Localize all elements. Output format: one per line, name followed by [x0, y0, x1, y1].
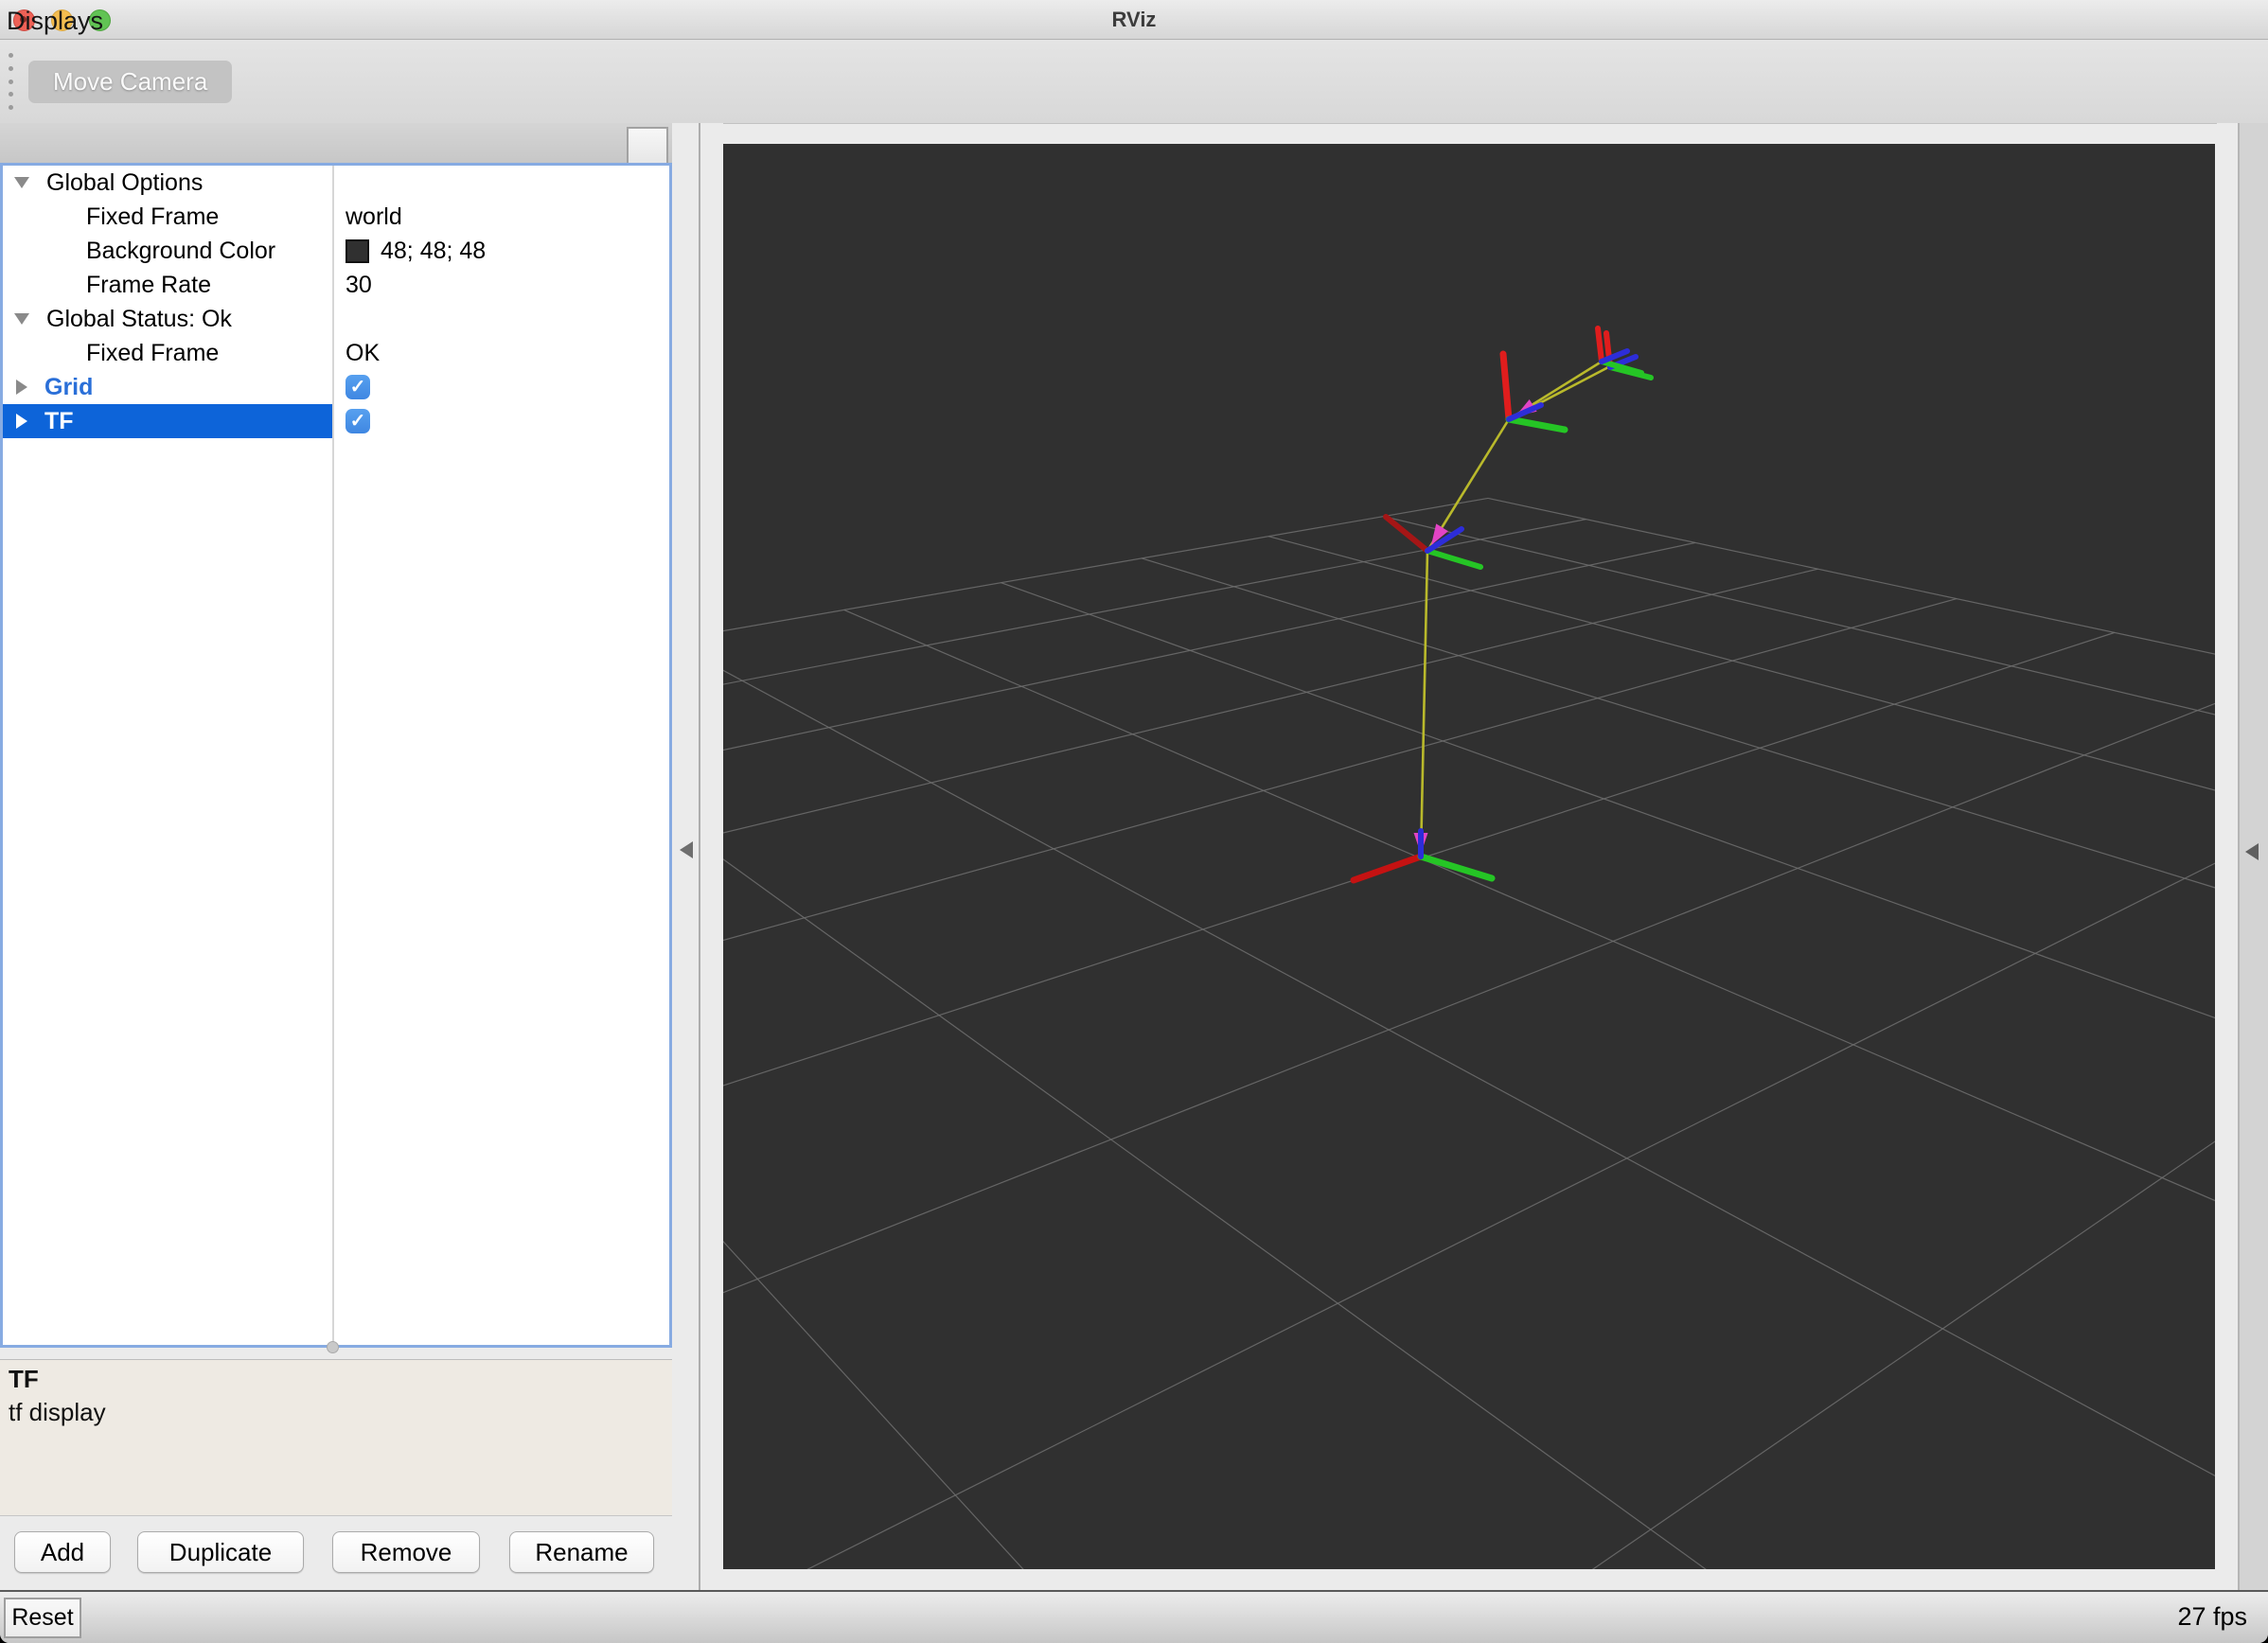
row-label: Global Options	[46, 168, 204, 196]
expand-triangle-icon[interactable]	[16, 380, 27, 395]
displays-tree[interactable]: Global Options Fixed Frame world Backgro…	[0, 163, 672, 1348]
tree-row-background-color: Background Color 48; 48; 48	[3, 234, 669, 268]
tree-row-grid: Grid ✓	[3, 370, 669, 404]
row-label: Frame Rate	[86, 271, 211, 298]
tree-row-status-fixed-frame: Fixed Frame OK	[3, 336, 669, 370]
collapse-triangle-icon[interactable]	[14, 177, 29, 188]
window-title: RViz	[1111, 8, 1157, 31]
row-global-status-name[interactable]: Global Status: Ok	[3, 302, 332, 336]
panel-splitter-handle[interactable]	[327, 1341, 339, 1353]
reset-button[interactable]: Reset	[4, 1598, 81, 1638]
row-global-options-name[interactable]: Global Options	[3, 166, 332, 200]
status-value: OK	[332, 336, 380, 370]
value-text: 48; 48; 48	[381, 237, 487, 264]
toolbar-drag-handle-icon[interactable]	[9, 53, 13, 110]
displays-panel-title: Displays	[7, 7, 104, 35]
tf-enabled-checkbox[interactable]: ✓	[346, 409, 370, 433]
row-label: Grid	[44, 373, 94, 400]
frame-rate-value[interactable]: 30	[332, 268, 372, 302]
tree-row-global-options: Global Options	[3, 166, 669, 200]
rviz-window: RViz Move Camera Displays Global Options…	[0, 0, 2268, 1643]
row-grid-name[interactable]: Grid	[3, 370, 332, 404]
row-status-fixed-frame-name[interactable]: Fixed Frame	[3, 336, 332, 370]
title-bar[interactable]: RViz	[0, 0, 2268, 40]
panel-float-button[interactable]	[627, 127, 668, 165]
duplicate-button[interactable]: Duplicate	[137, 1531, 304, 1573]
row-label: Global Status: Ok	[46, 305, 232, 332]
expand-triangle-icon[interactable]	[16, 414, 27, 429]
displays-panel-header[interactable]	[0, 123, 672, 163]
status-bar: Reset 27 fps	[0, 1590, 2268, 1643]
fps-counter: 27 fps	[2177, 1602, 2247, 1631]
value-text: 30	[346, 271, 372, 298]
tree-row-fixed-frame: Fixed Frame world	[3, 200, 669, 234]
row-label: Fixed Frame	[86, 203, 220, 230]
row-label: TF	[44, 407, 74, 434]
splitter-line[interactable]	[699, 123, 700, 1590]
collapse-right-arrow-icon[interactable]	[2245, 843, 2259, 860]
fixed-frame-value[interactable]: world	[332, 200, 402, 234]
tf-scene	[723, 326, 2215, 1569]
description-text: tf display	[9, 1398, 106, 1426]
collapse-triangle-icon[interactable]	[14, 313, 29, 325]
add-button[interactable]: Add	[14, 1531, 111, 1573]
right-collapsed-panel[interactable]	[2217, 123, 2268, 1590]
move-camera-tool-button[interactable]: Move Camera	[28, 61, 233, 103]
value-text: world	[346, 203, 402, 230]
background-color-value[interactable]: 48; 48; 48	[332, 234, 486, 268]
description-title: TF	[9, 1365, 39, 1393]
toolbar: Move Camera	[0, 40, 2268, 124]
panel-resize-gutter[interactable]	[672, 123, 723, 1590]
render-viewport[interactable]	[723, 144, 2215, 1569]
row-tf-name[interactable]: TF	[3, 404, 332, 438]
remove-button[interactable]: Remove	[332, 1531, 480, 1573]
tree-row-global-status: Global Status: Ok	[3, 302, 669, 336]
grid-enabled-checkbox[interactable]: ✓	[346, 375, 370, 399]
row-background-color-name[interactable]: Background Color	[3, 234, 332, 268]
row-label: Fixed Frame	[86, 339, 220, 366]
color-swatch[interactable]	[346, 238, 369, 263]
value-text: OK	[346, 339, 381, 366]
rename-button[interactable]: Rename	[509, 1531, 654, 1573]
row-label: Background Color	[86, 237, 276, 264]
row-frame-rate-name[interactable]: Frame Rate	[3, 268, 332, 302]
row-fixed-frame-name[interactable]: Fixed Frame	[3, 200, 332, 234]
collapse-left-arrow-icon[interactable]	[680, 841, 693, 858]
tree-row-tf: TF ✓	[3, 404, 669, 438]
description-panel: TF tf display	[0, 1359, 672, 1516]
tree-row-frame-rate: Frame Rate 30	[3, 268, 669, 302]
